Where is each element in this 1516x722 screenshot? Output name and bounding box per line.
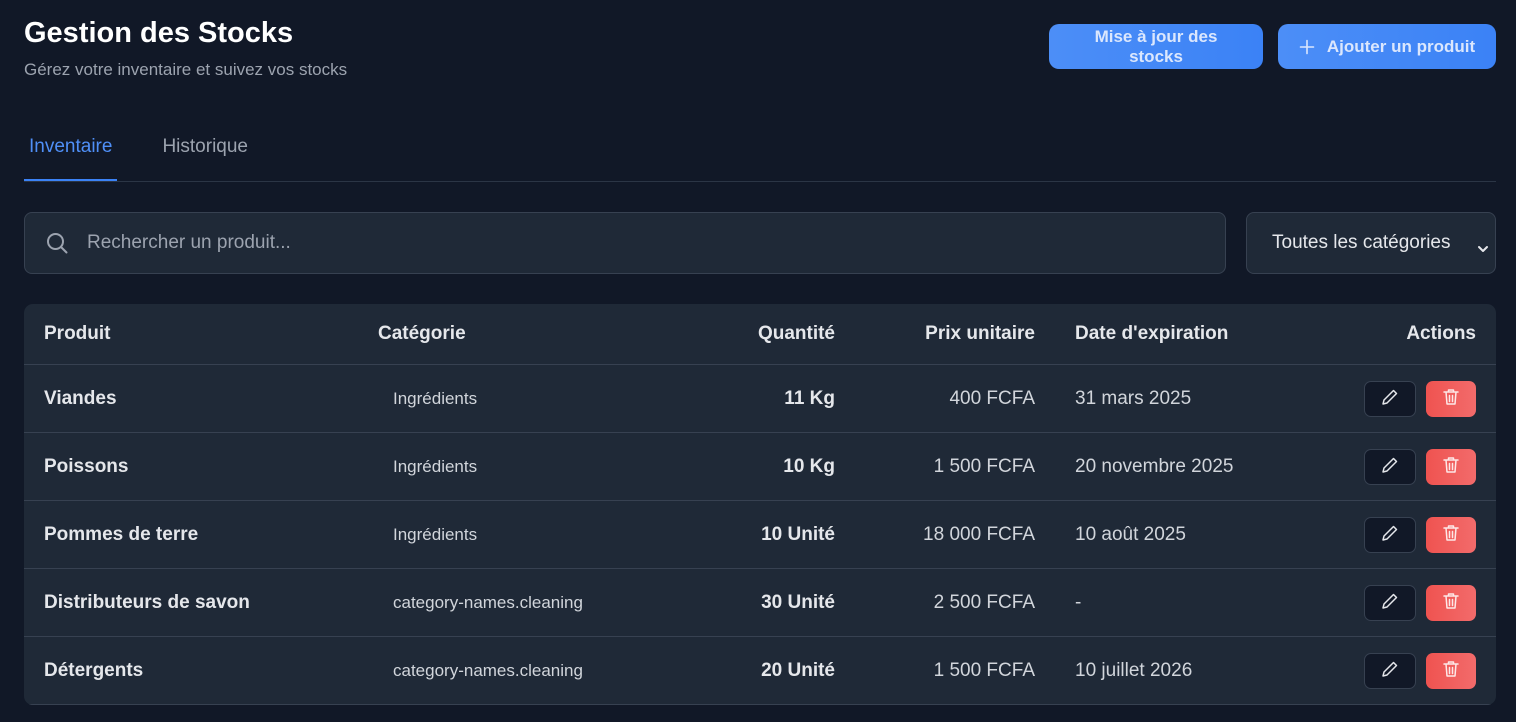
cell-expiration: 10 août 2025 bbox=[1035, 500, 1335, 569]
search-icon bbox=[45, 231, 69, 255]
cell-product: Pommes de terre bbox=[24, 500, 378, 569]
cell-quantity: 10 Kg bbox=[707, 432, 835, 501]
inventory-table: Produit Catégorie Quantité Prix unitaire… bbox=[24, 304, 1496, 705]
tab-history[interactable]: Historique bbox=[162, 120, 248, 180]
update-stock-button[interactable]: Mise à jour des stocks bbox=[1049, 24, 1263, 69]
column-header-expiration: Date d'expiration bbox=[1035, 304, 1335, 365]
trash-icon bbox=[1442, 455, 1460, 478]
delete-button[interactable] bbox=[1426, 380, 1476, 417]
tab-bar: Inventaire Historique bbox=[24, 120, 1496, 182]
cell-category: Ingrédients bbox=[378, 432, 707, 501]
table-header-row: Produit Catégorie Quantité Prix unitaire… bbox=[24, 304, 1496, 365]
chevron-down-icon bbox=[1477, 238, 1489, 260]
delete-button[interactable] bbox=[1426, 652, 1476, 689]
edit-button[interactable] bbox=[1364, 448, 1416, 485]
trash-icon bbox=[1442, 659, 1460, 682]
delete-button[interactable] bbox=[1426, 584, 1476, 621]
search-field[interactable] bbox=[24, 212, 1226, 274]
search-input[interactable] bbox=[85, 231, 1225, 255]
cell-actions bbox=[1335, 432, 1496, 501]
delete-button[interactable] bbox=[1426, 448, 1476, 485]
category-select-value: Toutes les catégories bbox=[1272, 232, 1451, 253]
pencil-icon bbox=[1380, 591, 1400, 614]
category-select[interactable]: Toutes les catégories bbox=[1246, 212, 1496, 274]
trash-icon bbox=[1442, 387, 1460, 410]
edit-button[interactable] bbox=[1364, 652, 1416, 689]
edit-button[interactable] bbox=[1364, 516, 1416, 553]
cell-actions bbox=[1335, 568, 1496, 637]
cell-actions bbox=[1335, 500, 1496, 569]
page-subtitle: Gérez votre inventaire et suivez vos sto… bbox=[24, 60, 348, 79]
inventory-table-card: Produit Catégorie Quantité Prix unitaire… bbox=[24, 304, 1496, 705]
cell-product: Viandes bbox=[24, 364, 378, 433]
update-stock-label: Mise à jour des stocks bbox=[1094, 26, 1218, 66]
cell-quantity: 11 Kg bbox=[707, 364, 835, 433]
trash-icon bbox=[1442, 523, 1460, 546]
table-row: Pommes de terre Ingrédients 10 Unité 18 … bbox=[24, 500, 1496, 569]
cell-category: category-names.cleaning bbox=[378, 568, 707, 637]
table-row: Viandes Ingrédients 11 Kg 400 FCFA 31 ma… bbox=[24, 364, 1496, 433]
cell-price: 400 FCFA bbox=[835, 364, 1035, 433]
add-product-label: Ajouter un produit bbox=[1326, 36, 1476, 56]
table-row: Détergents category-names.cleaning 20 Un… bbox=[24, 636, 1496, 705]
cell-product: Détergents bbox=[24, 636, 378, 705]
cell-expiration: 20 novembre 2025 bbox=[1035, 432, 1335, 501]
cell-category: category-names.cleaning bbox=[378, 636, 707, 705]
cell-category: Ingrédients bbox=[378, 364, 707, 433]
cell-product: Distributeurs de savon bbox=[24, 568, 378, 637]
stock-management-page: Gestion des Stocks Gérez votre inventair… bbox=[0, 0, 1516, 722]
table-row: Distributeurs de savon category-names.cl… bbox=[24, 568, 1496, 637]
cell-quantity: 10 Unité bbox=[707, 500, 835, 569]
delete-button[interactable] bbox=[1426, 516, 1476, 553]
cell-actions bbox=[1335, 364, 1496, 433]
pencil-icon bbox=[1380, 523, 1400, 546]
pencil-icon bbox=[1380, 659, 1400, 682]
cell-product: Poissons bbox=[24, 432, 378, 501]
plus-icon bbox=[1299, 39, 1315, 55]
pencil-icon bbox=[1380, 455, 1400, 478]
header-actions: Mise à jour des stocks Ajouter un produi… bbox=[1049, 24, 1496, 69]
cell-quantity: 30 Unité bbox=[707, 568, 835, 637]
column-header-category: Catégorie bbox=[378, 304, 707, 365]
column-header-actions: Actions bbox=[1335, 304, 1496, 365]
column-header-quantity: Quantité bbox=[707, 304, 835, 365]
pencil-icon bbox=[1380, 387, 1400, 410]
trash-icon bbox=[1442, 591, 1460, 614]
cell-actions bbox=[1335, 636, 1496, 705]
cell-category: Ingrédients bbox=[378, 500, 707, 569]
column-header-product: Produit bbox=[24, 304, 378, 365]
cell-quantity: 20 Unité bbox=[707, 636, 835, 705]
tab-inventory[interactable]: Inventaire bbox=[24, 120, 118, 181]
page-header: Gestion des Stocks Gérez votre inventair… bbox=[24, 16, 347, 80]
cell-expiration: 10 juillet 2026 bbox=[1035, 636, 1335, 705]
edit-button[interactable] bbox=[1364, 584, 1416, 621]
edit-button[interactable] bbox=[1364, 380, 1416, 417]
cell-price: 1 500 FCFA bbox=[835, 432, 1035, 501]
cell-price: 2 500 FCFA bbox=[835, 568, 1035, 637]
cell-expiration: 31 mars 2025 bbox=[1035, 364, 1335, 433]
add-product-button[interactable]: Ajouter un produit bbox=[1278, 24, 1496, 69]
cell-expiration: - bbox=[1035, 568, 1335, 637]
table-row: Poissons Ingrédients 10 Kg 1 500 FCFA 20… bbox=[24, 432, 1496, 501]
cell-price: 18 000 FCFA bbox=[835, 500, 1035, 569]
page-title: Gestion des Stocks bbox=[24, 17, 294, 49]
cell-price: 1 500 FCFA bbox=[835, 636, 1035, 705]
column-header-price: Prix unitaire bbox=[835, 304, 1035, 365]
